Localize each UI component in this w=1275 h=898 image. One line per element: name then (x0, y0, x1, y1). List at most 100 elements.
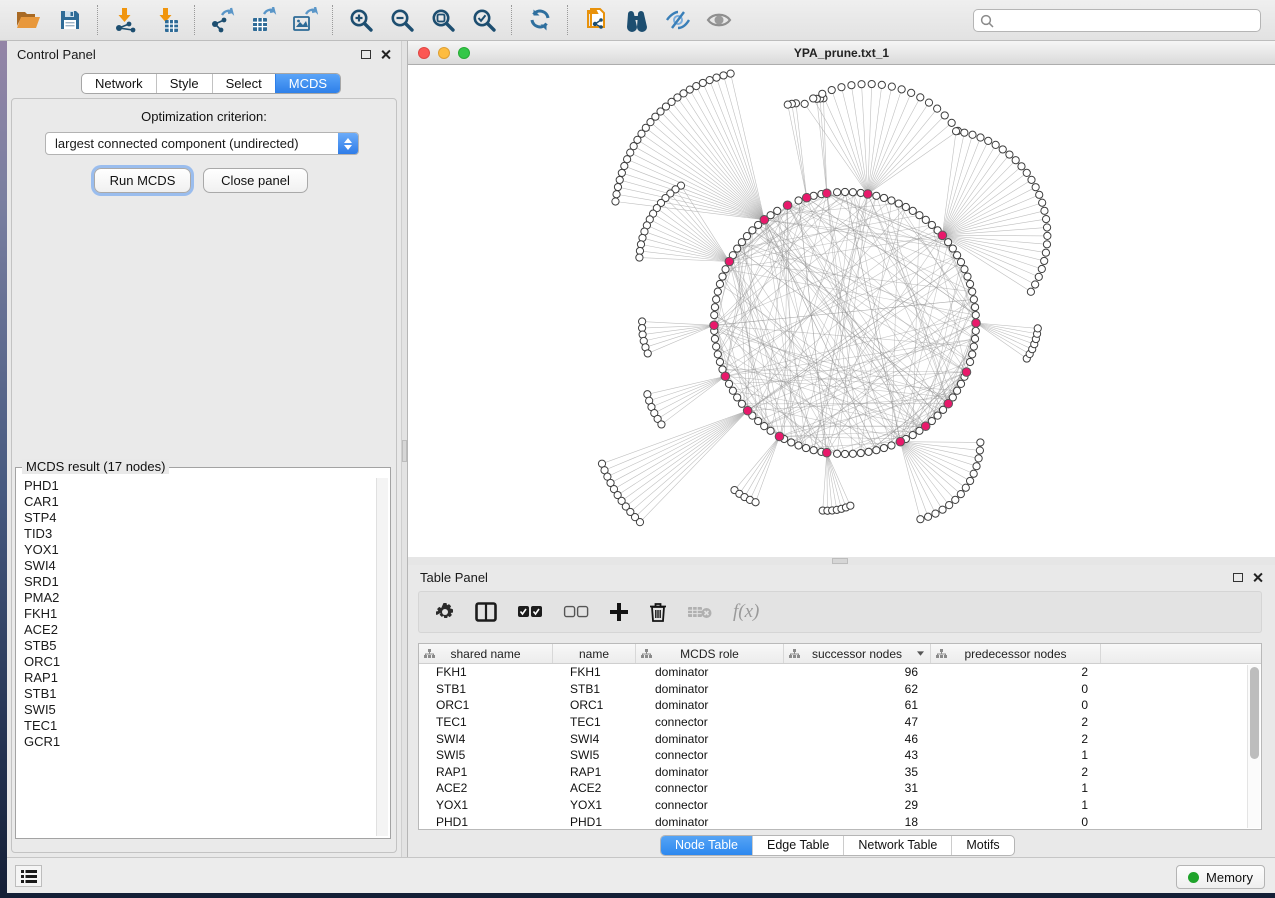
network-node[interactable] (841, 450, 848, 457)
leaf-node[interactable] (1038, 265, 1045, 272)
leaf-node[interactable] (810, 95, 817, 102)
mcds-node[interactable] (822, 448, 831, 457)
table-row[interactable]: TEC1TEC1connector472 (419, 714, 1261, 731)
leaf-node[interactable] (828, 86, 835, 93)
network-node[interactable] (934, 412, 941, 419)
network-node[interactable] (734, 394, 741, 401)
network-node[interactable] (738, 400, 745, 407)
leaf-node[interactable] (1044, 232, 1051, 239)
cell[interactable]: TEC1 (419, 715, 553, 729)
export-network-icon[interactable] (202, 2, 243, 38)
network-node[interactable] (957, 380, 964, 387)
splitter-handle[interactable] (832, 558, 848, 564)
cell[interactable]: PHD1 (553, 815, 636, 829)
hide-panel-icon[interactable] (657, 2, 698, 38)
close-panel-icon[interactable] (380, 49, 391, 60)
leaf-node[interactable] (784, 101, 791, 108)
mcds-result-item[interactable]: TID3 (24, 526, 375, 542)
leaf-node[interactable] (878, 81, 885, 88)
table-row[interactable]: ORC1ORC1dominator610 (419, 697, 1261, 714)
mcds-node[interactable] (944, 399, 953, 408)
network-node[interactable] (945, 239, 952, 246)
cell[interactable]: FKH1 (553, 665, 636, 679)
network-node[interactable] (714, 351, 721, 358)
leaf-node[interactable] (858, 81, 865, 88)
run-mcds-button[interactable]: Run MCDS (94, 168, 191, 193)
network-node[interactable] (873, 192, 880, 199)
leaf-node[interactable] (801, 100, 808, 107)
leaf-node[interactable] (999, 146, 1006, 153)
cell[interactable]: 43 (784, 748, 931, 762)
mcds-result-item[interactable]: TEC1 (24, 718, 375, 734)
network-node[interactable] (734, 245, 741, 252)
network-node[interactable] (755, 417, 762, 424)
leaf-node[interactable] (699, 79, 706, 86)
network-node[interactable] (722, 266, 729, 273)
mcds-node[interactable] (710, 321, 719, 330)
leaf-node[interactable] (621, 162, 628, 169)
zoom-out-icon[interactable] (381, 2, 422, 38)
leaf-node[interactable] (612, 198, 619, 205)
zoom-selected-icon[interactable] (463, 2, 504, 38)
leaf-node[interactable] (934, 105, 941, 112)
mcds-node[interactable] (760, 215, 769, 224)
cell[interactable]: RAP1 (553, 765, 636, 779)
leaf-node[interactable] (1018, 163, 1025, 170)
leaf-node[interactable] (977, 439, 984, 446)
leaf-node[interactable] (624, 156, 631, 163)
network-node[interactable] (795, 197, 802, 204)
network-node[interactable] (743, 233, 750, 240)
leaf-node[interactable] (614, 183, 621, 190)
tab-motifs[interactable]: Motifs (951, 836, 1013, 855)
cell[interactable]: 35 (784, 765, 931, 779)
mcds-result-item[interactable]: PHD1 (24, 478, 375, 494)
leaf-node[interactable] (1043, 241, 1050, 248)
network-node[interactable] (972, 311, 979, 318)
criterion-dropdown[interactable]: largest connected component (undirected) (45, 132, 359, 155)
close-panel-icon[interactable] (1252, 572, 1263, 583)
cell[interactable]: ACE2 (419, 781, 553, 795)
cell[interactable]: 18 (784, 815, 931, 829)
leaf-node[interactable] (1006, 151, 1013, 158)
leaf-node[interactable] (1041, 207, 1048, 214)
network-node[interactable] (970, 296, 977, 303)
network-node[interactable] (949, 245, 956, 252)
cell[interactable]: connector (636, 798, 784, 812)
table-settings-gear-icon[interactable] (435, 602, 455, 622)
leaf-node[interactable] (1041, 257, 1048, 264)
leaf-node[interactable] (1032, 281, 1039, 288)
leaf-node[interactable] (1027, 288, 1034, 295)
network-node[interactable] (767, 427, 774, 434)
leaf-node[interactable] (941, 112, 948, 119)
network-graph[interactable] (408, 65, 1275, 557)
save-icon[interactable] (49, 2, 90, 38)
export-table-icon[interactable] (243, 2, 284, 38)
network-node[interactable] (880, 444, 887, 451)
leaf-node[interactable] (957, 490, 964, 497)
cell[interactable]: 29 (784, 798, 931, 812)
leaf-node[interactable] (917, 94, 924, 101)
table-row[interactable]: YOX1YOX1connector291 (419, 797, 1261, 814)
open-file-icon[interactable] (8, 2, 49, 38)
network-node[interactable] (788, 439, 795, 446)
network-node[interactable] (725, 380, 732, 387)
leaf-node[interactable] (924, 513, 931, 520)
network-node[interactable] (969, 351, 976, 358)
cell[interactable]: 47 (784, 715, 931, 729)
export-image-icon[interactable] (284, 2, 325, 38)
table-row[interactable]: RAP1RAP1dominator352 (419, 764, 1261, 781)
network-node[interactable] (954, 387, 961, 394)
vertical-splitter[interactable] (401, 41, 408, 857)
leaf-node[interactable] (946, 502, 953, 509)
network-node[interactable] (857, 449, 864, 456)
mcds-result-item[interactable]: SWI5 (24, 702, 375, 718)
leaf-node[interactable] (636, 519, 643, 526)
leaf-node[interactable] (952, 128, 959, 135)
network-node[interactable] (902, 203, 909, 210)
mcds-result-item[interactable]: GCR1 (24, 734, 375, 750)
mcds-result-item[interactable]: SRD1 (24, 574, 375, 590)
mcds-node[interactable] (822, 189, 831, 198)
network-node[interactable] (833, 189, 840, 196)
leaf-node[interactable] (1023, 169, 1030, 176)
cell[interactable]: SWI4 (419, 732, 553, 746)
